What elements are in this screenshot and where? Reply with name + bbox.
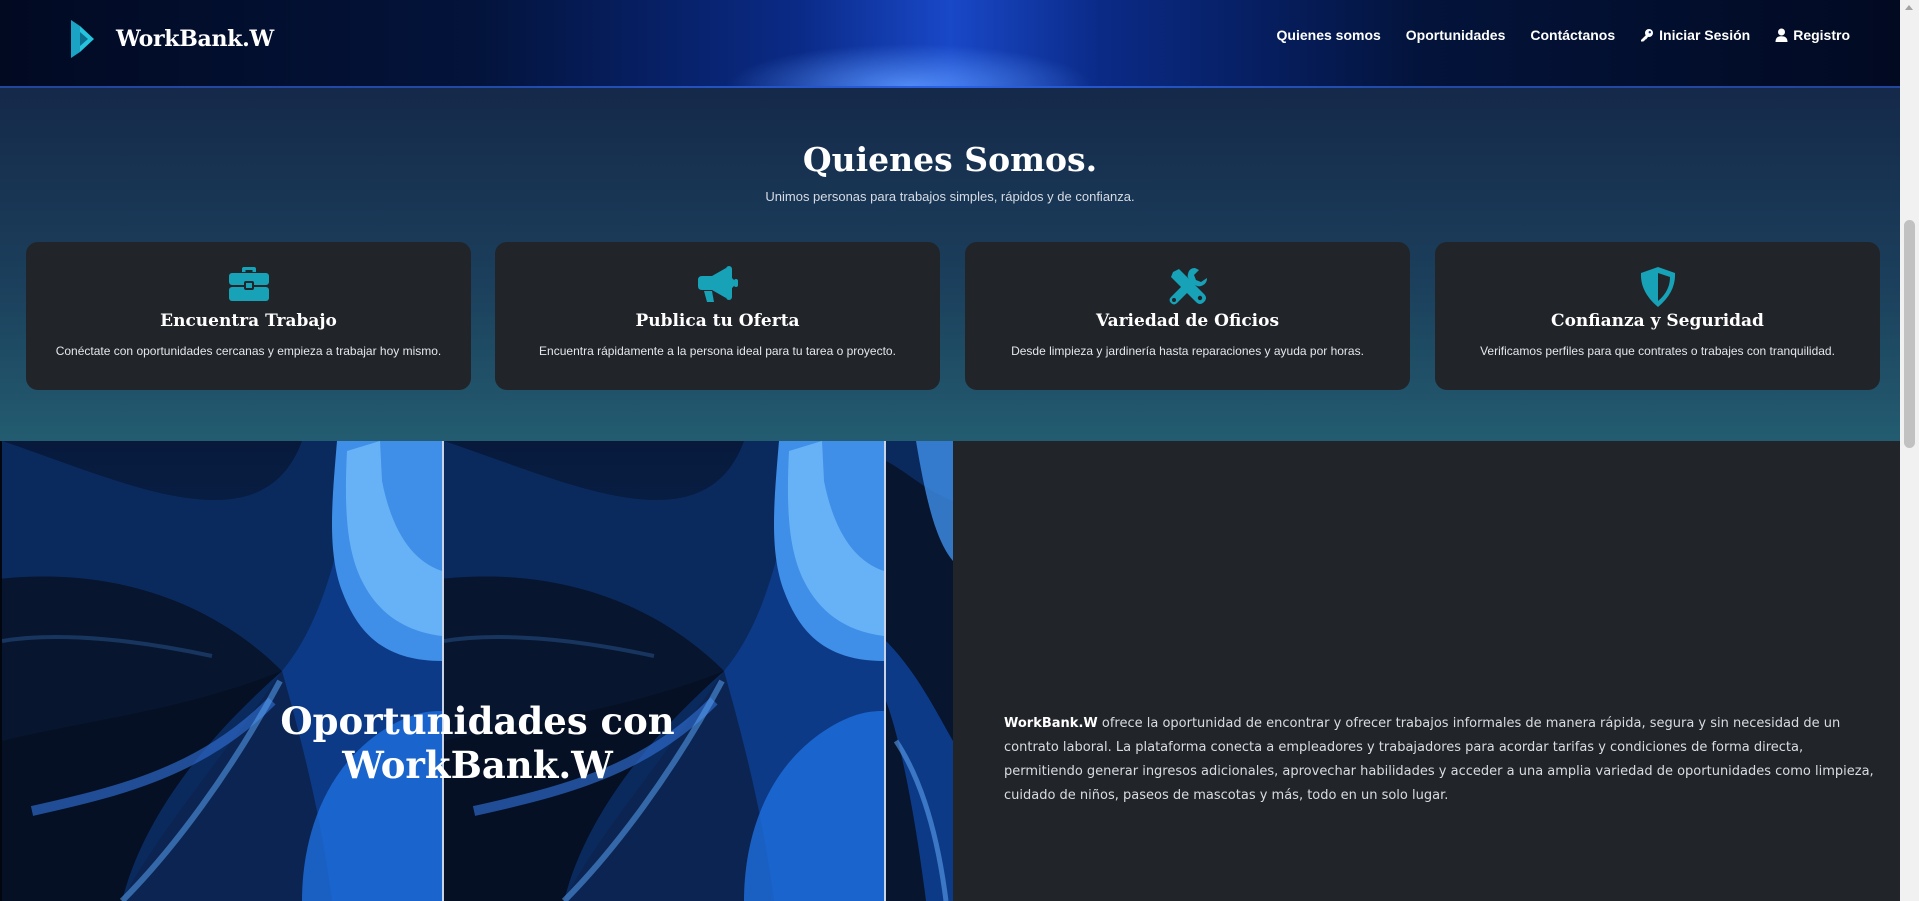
nav-link-oportunidades[interactable]: Oportunidades <box>1406 27 1506 43</box>
user-icon <box>1775 28 1788 42</box>
scroll-up-arrow-icon[interactable] <box>1905 5 1913 10</box>
card-title: Publica tu Oferta <box>635 311 800 331</box>
brand[interactable]: WorkBank.W <box>68 18 274 60</box>
nav-link-label: Registro <box>1793 27 1850 43</box>
abstract-panel <box>2 441 442 901</box>
nav-link-label: Contáctanos <box>1530 27 1616 43</box>
nav-link-contactanos[interactable]: Contáctanos <box>1530 27 1615 43</box>
opportunities-title: Oportunidades con WorkBank.W <box>280 699 675 787</box>
opportunities-section: Oportunidades con WorkBank.W WorkBank.W … <box>0 441 1900 901</box>
card-title: Variedad de Oficios <box>1095 311 1280 331</box>
shield-icon <box>1640 267 1675 307</box>
nav-link-iniciar-sesion[interactable]: Iniciar Sesión <box>1640 27 1750 43</box>
card-variedad-oficios: Variedad de Oficios Desde limpieza y jar… <box>965 242 1410 390</box>
brand-highlight: WorkBank.W <box>1004 716 1098 731</box>
megaphone-icon <box>697 266 738 302</box>
card-encuentra-trabajo: Encuentra Trabajo Conéctate con oportuni… <box>26 242 471 390</box>
card-confianza-seguridad: Confianza y Seguridad Verificamos perfil… <box>1435 242 1880 390</box>
nav-links: Quienes somos Oportunidades Contáctanos … <box>1252 27 1850 43</box>
card-publica-oferta: Publica tu Oferta Encuentra rápidamente … <box>495 242 940 390</box>
about-title: Quienes Somos. <box>802 140 1098 179</box>
about-section: Quienes Somos. Unimos personas para trab… <box>0 88 1900 441</box>
scroll-thumb[interactable] <box>1904 220 1915 448</box>
card-text: Encuentra rápidamente a la persona ideal… <box>539 344 896 358</box>
abstract-background-image: Oportunidades con WorkBank.W <box>0 441 953 901</box>
abstract-panel <box>886 441 953 901</box>
nav-link-label: Quienes somos <box>1276 27 1381 43</box>
card-title: Encuentra Trabajo <box>160 311 337 331</box>
nav-link-quienes-somos[interactable]: Quienes somos <box>1277 27 1381 43</box>
card-text: Verificamos perfiles para que contrates … <box>1480 344 1835 358</box>
about-subtitle: Unimos personas para trabajos simples, r… <box>765 189 1135 204</box>
workbank-logo-icon <box>71 20 94 58</box>
briefcase-icon <box>228 267 269 301</box>
page-scrollbar[interactable] <box>1900 0 1919 901</box>
description-text: ofrece la oportunidad de encontrar y ofr… <box>1004 716 1874 803</box>
key-icon <box>1641 29 1654 42</box>
card-title: Confianza y Seguridad <box>1551 311 1764 331</box>
navbar: WorkBank.W Quienes somos Oportunidades C… <box>0 0 1900 88</box>
card-text: Conéctate con oportunidades cercanas y e… <box>55 344 442 358</box>
nav-link-label: Iniciar Sesión <box>1659 27 1751 43</box>
opportunities-description: WorkBank.W ofrece la oportunidad de enco… <box>1004 712 1884 808</box>
abstract-panel <box>444 441 884 901</box>
tools-icon <box>1169 268 1207 305</box>
nav-link-label: Oportunidades <box>1405 27 1506 43</box>
card-text: Desde limpieza y jardinería hasta repara… <box>1011 344 1364 358</box>
brand-name: WorkBank.W <box>116 26 274 52</box>
nav-link-registro[interactable]: Registro <box>1775 27 1850 43</box>
